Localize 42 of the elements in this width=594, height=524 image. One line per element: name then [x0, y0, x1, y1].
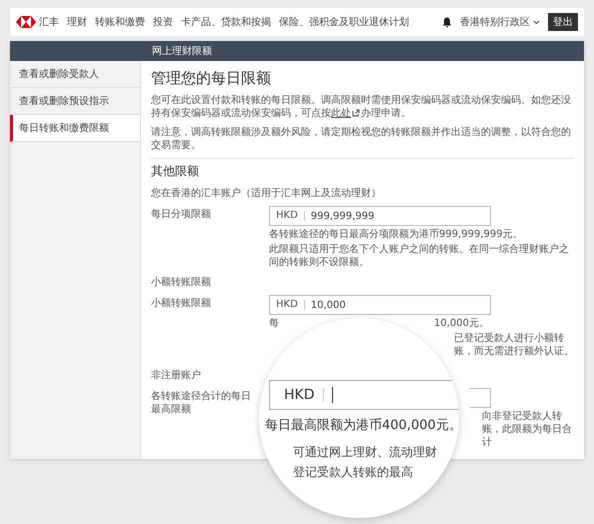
logout-button[interactable]: 登出	[548, 13, 578, 31]
nav-link[interactable]: 卡产品、贷款和按揭	[181, 15, 271, 29]
nav-link[interactable]: 保险、强积金及职业退休计划	[279, 15, 409, 29]
amount-field[interactable]: HKD 999,999,999	[269, 206, 491, 226]
logo-text: 汇丰	[39, 16, 59, 29]
nav-link[interactable]: 转账和缴费	[95, 15, 145, 29]
apply-link[interactable]: 此处	[331, 108, 361, 119]
amount-field[interactable]	[470, 388, 491, 408]
hint-text: 每日最高限额为港币400,000元。	[265, 417, 459, 434]
sidebar-item[interactable]: 每日转账和缴费限额	[10, 115, 140, 142]
bell-icon[interactable]	[442, 16, 452, 28]
currency-label: HKD	[270, 211, 305, 221]
field-label: 每日分项限额	[151, 208, 212, 222]
hint-text: 可通过网上理财、流动理财	[293, 444, 437, 461]
currency-label: HKD	[270, 388, 324, 402]
hint-text: 此限额只适用于您名下个人账户之间的转账。在同一综合理财账户之间的转账则不设限额。	[269, 243, 570, 269]
currency-label: HKD	[270, 300, 305, 310]
hexagon-logo-icon	[16, 16, 36, 28]
hint-text: 向非登记受款人转账，此限额为每日合计	[482, 410, 573, 449]
section-title: 其他限额	[151, 163, 200, 180]
amount-field[interactable]: HKD 10,000	[269, 295, 491, 315]
field-label: 各转账途径合计的每日最高限额	[151, 390, 251, 416]
group-heading: 非注册账户	[151, 368, 202, 382]
panel-title: 网上理财限额	[152, 44, 212, 58]
hint-text: 10,000元。	[434, 317, 489, 330]
field-label: 小额转账限额	[151, 296, 212, 310]
amount-value: 10,000	[310, 300, 346, 310]
page-title: 管理您的每日限额	[151, 69, 272, 88]
nav-link[interactable]: 投资	[153, 15, 173, 29]
nav-link[interactable]: 理财	[67, 15, 87, 29]
hint-text: 登记受款人转账的最高	[293, 464, 413, 481]
region-selector[interactable]: 香港特别行政区	[460, 15, 540, 29]
notice-paragraph: 请注意，调高转账限额涉及额外风险，请定期检视您的转账限额并作出适当的调整，以符合您的交易需要。	[151, 126, 572, 152]
hint-text: 每	[269, 317, 279, 330]
amount-value: 999,999,999	[310, 210, 374, 222]
intro-paragraph: 您可在此设置付款和转账的每日限额。调高限额时需使用保安编码器或流动保安编码。如您还没持有保安编码器或流动保安编码，可点按此处 办理申请。	[151, 94, 572, 120]
external-link-icon	[352, 109, 360, 117]
group-heading: 小额转账限额	[151, 276, 212, 289]
account-scope-text: 您在香港的汇丰账户（适用于汇丰网上及流动理财）	[151, 186, 382, 200]
caret-icon	[533, 20, 540, 24]
hint-text: 各转账途径的每日最高分项限额为港币999,999,999元。	[269, 228, 524, 241]
hint-text: 已登记受款人进行小额转账，而无需进行额外认证。	[454, 332, 574, 358]
